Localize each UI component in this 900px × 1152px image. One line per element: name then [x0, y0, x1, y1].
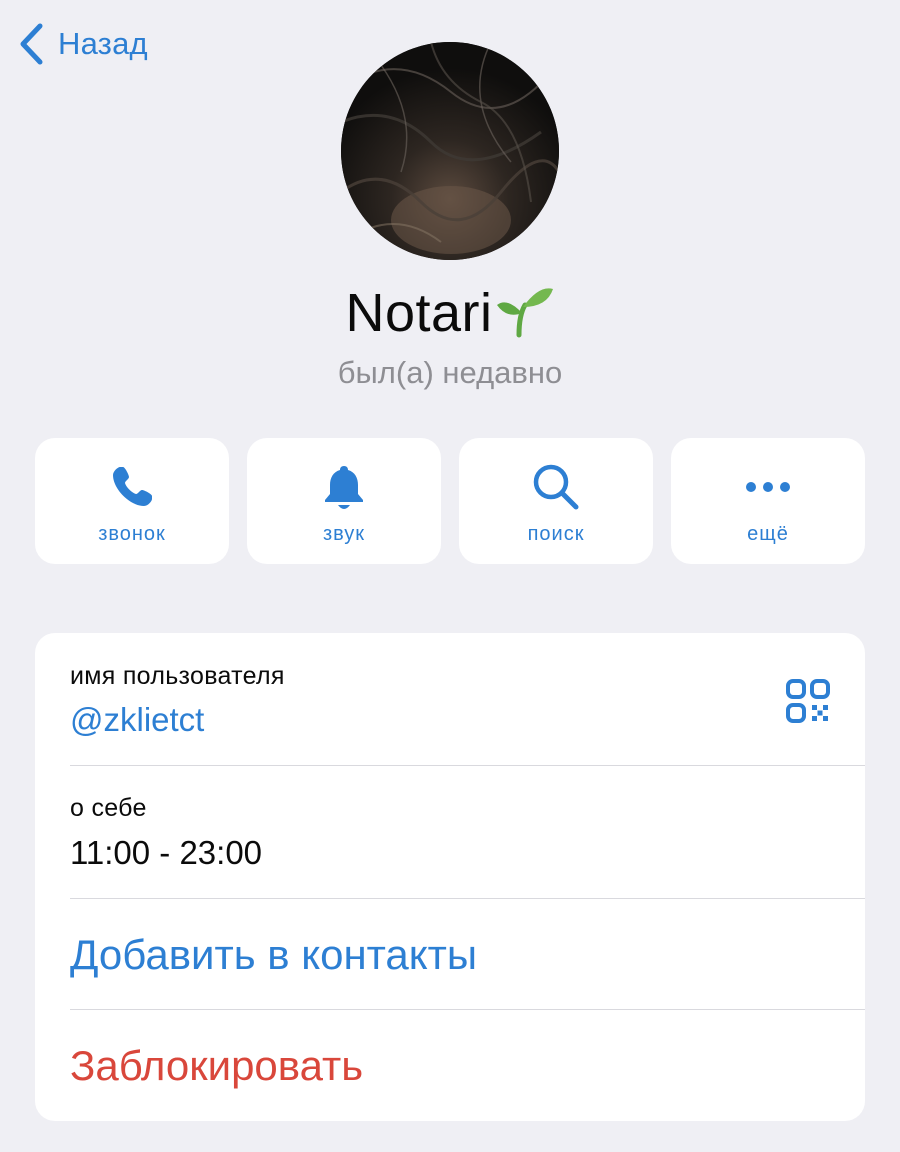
last-seen-status: был(а) недавно — [337, 355, 563, 390]
qr-code-icon[interactable] — [785, 678, 831, 724]
search-label: поиск — [527, 523, 585, 545]
search-button[interactable]: поиск — [459, 438, 653, 564]
chevron-left-icon — [20, 23, 43, 65]
profile-header: Notari — [0, 282, 900, 344]
back-label: Назад — [58, 26, 148, 61]
call-button[interactable]: звонок — [35, 438, 229, 564]
more-label: ещё — [747, 523, 789, 545]
add-contact-row[interactable]: Добавить в контакты — [35, 899, 865, 1009]
username-value[interactable]: @zklietct — [70, 701, 204, 739]
search-icon — [533, 464, 579, 510]
bell-icon — [325, 466, 363, 509]
avatar[interactable] — [341, 42, 559, 260]
username-label: имя пользователя — [70, 662, 285, 690]
sprout-icon — [496, 288, 553, 338]
call-label: звонок — [98, 523, 166, 545]
phone-icon — [113, 467, 152, 506]
more-icon — [746, 482, 790, 492]
action-bar: звонок звук поиск ещё — [35, 438, 865, 564]
username-row[interactable]: имя пользователя @zklietct — [35, 633, 865, 766]
bio-row: о себе 11:00 - 23:00 — [35, 766, 865, 898]
info-card: имя пользователя @zklietct о себе 11:00 … — [35, 633, 865, 1121]
profile-name: Notari — [345, 283, 493, 343]
bio-value: 11:00 - 23:00 — [70, 834, 263, 871]
sound-label: звук — [322, 523, 366, 545]
block-button[interactable]: Заблокировать — [70, 1042, 363, 1090]
sound-button[interactable]: звук — [247, 438, 441, 564]
add-contact-button[interactable]: Добавить в контакты — [70, 931, 477, 979]
bio-label: о себе — [70, 794, 147, 822]
back-button[interactable]: Назад — [18, 22, 148, 66]
block-row[interactable]: Заблокировать — [35, 1010, 865, 1121]
more-button[interactable]: ещё — [671, 438, 865, 564]
